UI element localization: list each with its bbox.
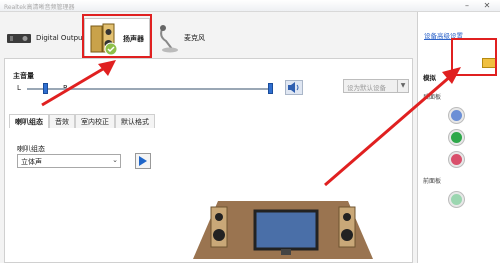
speaker-config-label: 喇叭组态 — [17, 145, 45, 153]
close-button[interactable]: ✕ — [482, 2, 492, 10]
tab-digital-output-label: Digital Output — [36, 34, 86, 42]
digital-output-icon — [7, 34, 31, 43]
tab-speaker-config[interactable]: 喇叭组态 — [9, 114, 49, 128]
speaker-config-value: 立体声 — [21, 158, 42, 166]
main-panel: 主音量 L R 设为默认设备 ▼ 喇叭组态 音效 室内校正 默认格式 喇叭组态 … — [4, 58, 413, 263]
chevron-down-icon: ⌄ — [112, 156, 118, 164]
main-volume-label: 主音量 — [13, 72, 34, 80]
highlight-box — [82, 14, 152, 58]
tab-microphone-label: 麦克风 — [184, 34, 205, 42]
microphone-icon — [160, 25, 178, 53]
play-test-button[interactable] — [135, 153, 151, 169]
tab-microphone[interactable]: 麦克风 — [158, 18, 205, 58]
balance-left-label: L — [17, 84, 21, 92]
device-tabs: Digital Output 扬声器 麦克风 — [0, 12, 413, 60]
jack-line-out[interactable] — [449, 130, 464, 145]
set-default-device-label: 设为默认设备 — [347, 84, 386, 92]
title-bar: Realtek高清晰音频管理器 – ✕ — [0, 0, 500, 12]
speaker-volume-icon — [288, 82, 299, 93]
jack-front[interactable] — [449, 192, 464, 207]
tab-digital-output[interactable]: Digital Output — [6, 18, 85, 58]
room-visualization — [193, 141, 373, 259]
left-speaker-icon — [210, 206, 228, 248]
balance-slider-thumb[interactable] — [43, 83, 48, 94]
tab-default-format[interactable]: 默认格式 — [115, 114, 155, 128]
jack-line-in[interactable] — [449, 108, 464, 123]
volume-slider-track[interactable] — [27, 88, 273, 90]
mute-button[interactable] — [285, 80, 303, 95]
front-panel-label: 前面板 — [423, 178, 442, 185]
sub-tabs: 喇叭组态 音效 室内校正 默认格式 — [9, 114, 155, 128]
right-speaker-icon — [338, 206, 356, 248]
minimize-button[interactable]: – — [462, 2, 472, 10]
rear-panel-label: 后面板 — [423, 94, 442, 101]
play-icon — [139, 156, 147, 166]
volume-slider-thumb[interactable] — [268, 83, 273, 94]
window-title: Realtek高清晰音频管理器 — [4, 4, 75, 11]
highlight-box — [451, 38, 497, 76]
jack-mic-in[interactable] — [449, 152, 464, 167]
set-default-device-dropdown[interactable]: 设为默认设备 ▼ — [343, 79, 409, 93]
monitor-icon — [253, 209, 319, 255]
analog-section-title: 模拟 — [423, 74, 436, 82]
speaker-config-select[interactable]: 立体声 ⌄ — [17, 154, 121, 168]
chevron-down-icon: ▼ — [397, 80, 408, 92]
tab-sound-effects[interactable]: 音效 — [49, 114, 75, 128]
tab-room-correction[interactable]: 室内校正 — [75, 114, 115, 128]
